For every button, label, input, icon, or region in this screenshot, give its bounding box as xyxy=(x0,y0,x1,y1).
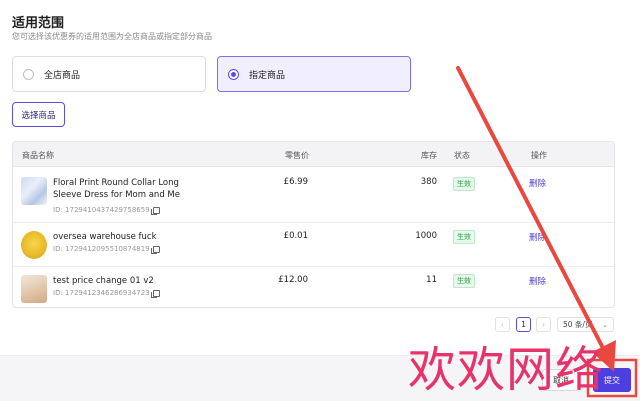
delete-link[interactable]: 删除 xyxy=(529,177,546,189)
submit-button[interactable]: 提交 xyxy=(593,368,631,392)
chevron-down-icon: ⌄ xyxy=(602,320,608,329)
radio-checked-icon xyxy=(228,68,239,80)
page-size-select[interactable]: 50 条/页 ⌄ xyxy=(557,317,614,332)
product-name: test price change 01 v2 xyxy=(53,276,154,286)
copy-icon[interactable] xyxy=(150,206,160,215)
scope-option-specified-products[interactable]: 指定商品 xyxy=(217,56,411,92)
product-id-text: ID: 1729410437429758659 xyxy=(53,206,150,214)
table-row: Floral Print Round Collar Long Sleeve Dr… xyxy=(13,167,614,223)
chevron-right-icon: › xyxy=(541,320,546,329)
product-price: £6.99 xyxy=(283,177,308,187)
product-name: Floral Print Round Collar Long Sleeve Dr… xyxy=(53,178,180,200)
chevron-left-icon: ‹ xyxy=(500,320,505,329)
table-row: test price change 01 v2 ID: 172941234628… xyxy=(13,267,614,307)
product-price: £0.01 xyxy=(283,231,308,241)
selected-products-table: 商品名称 零售价 库存 状态 操作 Floral Print Round Col… xyxy=(12,141,615,308)
header-price: 零售价 xyxy=(285,151,309,160)
scope-option-label: 全店商品 xyxy=(44,70,81,81)
product-name: oversea warehouse fuck xyxy=(53,232,157,242)
product-thumbnail xyxy=(21,177,47,205)
product-id: ID: 1729412346286934723 xyxy=(53,289,160,298)
product-id: ID: 1729412095510874819 xyxy=(53,245,160,254)
status-badge: 生效 xyxy=(453,274,475,288)
product-id-text: ID: 1729412095510874819 xyxy=(53,245,150,253)
header-status: 状态 xyxy=(454,151,470,160)
product-thumbnail xyxy=(21,231,47,259)
pagination-page-1[interactable]: 1 xyxy=(516,317,531,332)
status-badge: 生效 xyxy=(453,177,475,191)
product-stock: 380 xyxy=(420,177,437,187)
copy-icon[interactable] xyxy=(150,289,160,298)
scope-option-all-store[interactable]: 全店商品 xyxy=(12,56,206,92)
copy-icon[interactable] xyxy=(150,245,160,254)
delete-link[interactable]: 删除 xyxy=(529,231,546,243)
radio-unchecked-icon xyxy=(23,68,34,80)
cancel-button[interactable]: 取消 xyxy=(542,369,580,391)
product-stock: 11 xyxy=(426,275,437,285)
pagination-prev-button[interactable]: ‹ xyxy=(495,317,510,332)
product-stock: 1000 xyxy=(415,231,437,241)
page-title: 适用范围 xyxy=(12,16,65,31)
scope-option-label: 指定商品 xyxy=(249,70,286,81)
status-badge: 生效 xyxy=(453,230,475,244)
product-id-text: ID: 1729412346286934723 xyxy=(53,289,150,297)
page-size-value: 50 条/页 xyxy=(563,320,593,329)
product-id: ID: 1729410437429758659 xyxy=(53,206,160,215)
product-thumbnail xyxy=(21,275,47,303)
header-stock: 库存 xyxy=(421,151,437,160)
select-products-button[interactable]: 选择商品 xyxy=(12,102,65,127)
product-price: £12.00 xyxy=(278,275,308,285)
header-name: 商品名称 xyxy=(22,151,54,160)
table-header: 商品名称 零售价 库存 状态 操作 xyxy=(13,142,614,167)
table-row: oversea warehouse fuck ID: 1729412095510… xyxy=(13,223,614,267)
pagination-next-button[interactable]: › xyxy=(536,317,551,332)
page-subtitle: 您可选择该优惠券的适用范围为全店商品或指定部分商品 xyxy=(12,32,212,41)
delete-link[interactable]: 删除 xyxy=(529,275,546,287)
header-action: 操作 xyxy=(531,151,547,160)
